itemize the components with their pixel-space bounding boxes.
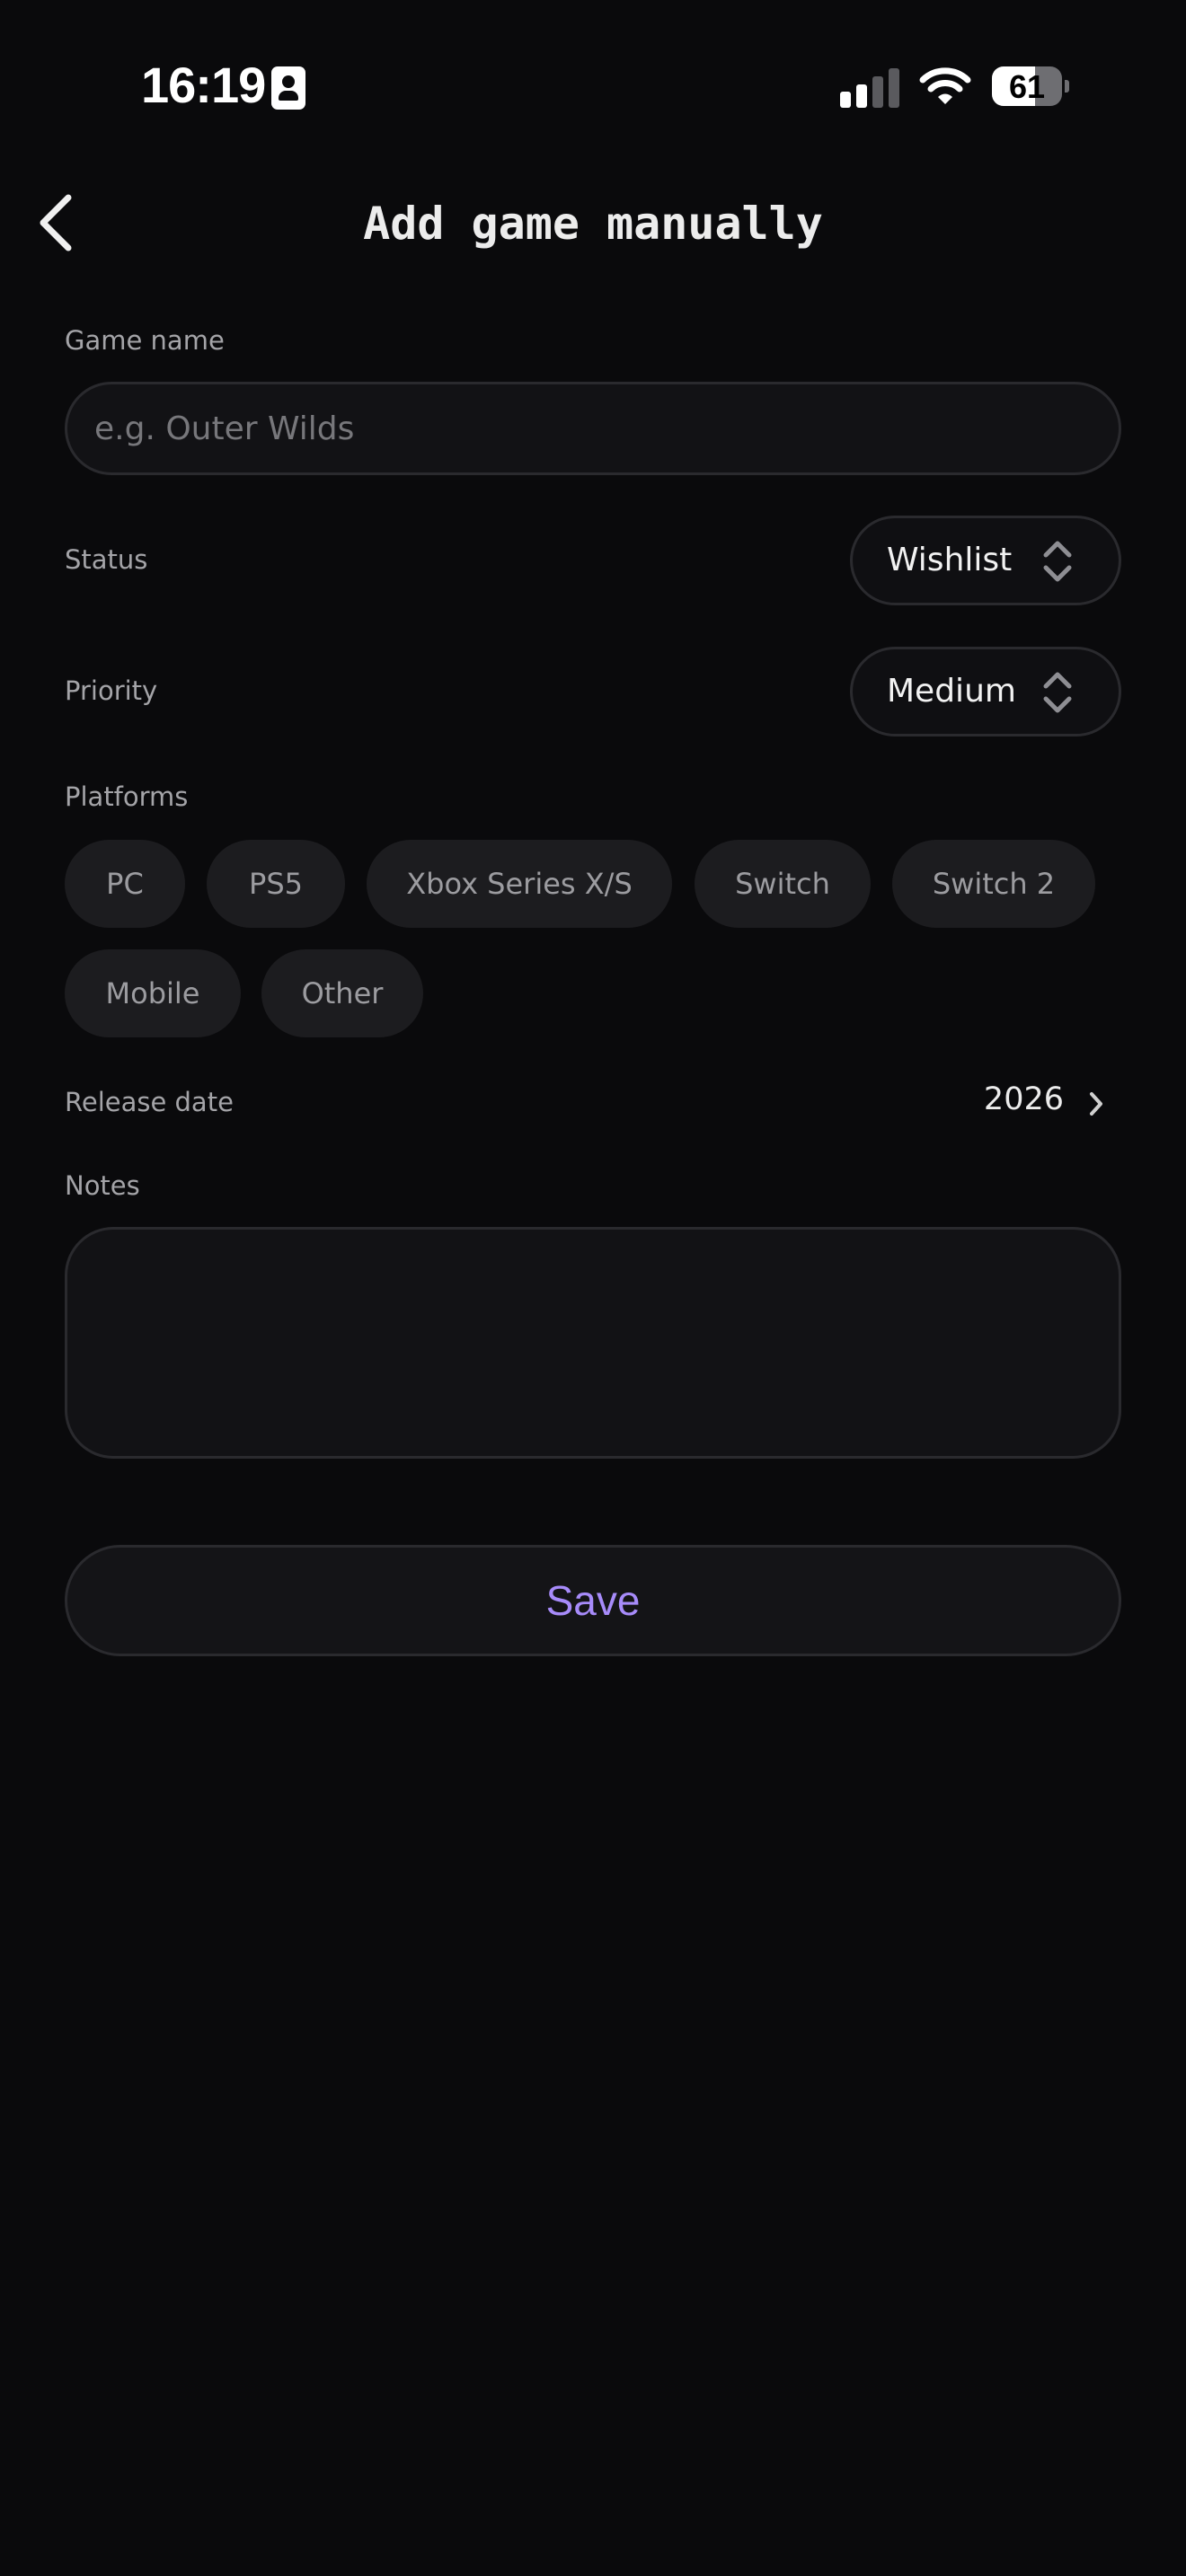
up-down-chevron-icon: [1043, 672, 1072, 713]
game-name-label: Game name: [65, 325, 225, 356]
up-down-chevron-icon: [1043, 541, 1072, 582]
platform-chip-ps5[interactable]: PS5: [207, 840, 345, 928]
priority-picker[interactable]: Medium: [850, 647, 1121, 737]
game-name-input[interactable]: [65, 382, 1121, 475]
status-value: Wishlist: [887, 542, 1013, 578]
priority-value: Medium: [887, 673, 1016, 710]
battery-percent: 61: [1008, 68, 1046, 105]
notes-textarea[interactable]: [65, 1227, 1121, 1459]
notes-label: Notes: [65, 1170, 140, 1201]
release-date-value: 2026: [983, 1081, 1064, 1117]
status-time: 16:19: [141, 57, 266, 113]
platforms-label: Platforms: [65, 781, 189, 812]
cellular-signal-icon: [840, 68, 901, 108]
platform-chip-mobile[interactable]: Mobile: [65, 949, 241, 1037]
save-button[interactable]: Save: [65, 1545, 1121, 1656]
platform-chip-xbox[interactable]: Xbox Series X/S: [367, 840, 672, 928]
platform-chip-switch[interactable]: Switch: [695, 840, 871, 928]
status-label: Status: [65, 544, 148, 575]
page-title: Add game manually: [363, 198, 823, 250]
wifi-icon: [919, 67, 971, 104]
release-date-row[interactable]: 2026: [970, 1074, 1114, 1132]
chevron-right-icon: [1090, 1092, 1102, 1116]
platform-chip-switch-2[interactable]: Switch 2: [892, 840, 1095, 928]
priority-label: Priority: [65, 675, 158, 706]
release-date-label: Release date: [65, 1087, 234, 1117]
platform-chip-pc[interactable]: PC: [65, 840, 185, 928]
status-picker[interactable]: Wishlist: [850, 516, 1121, 605]
battery-icon: 61: [992, 66, 1069, 106]
id-card-icon: [271, 66, 305, 110]
platform-chip-other[interactable]: Other: [261, 949, 423, 1037]
